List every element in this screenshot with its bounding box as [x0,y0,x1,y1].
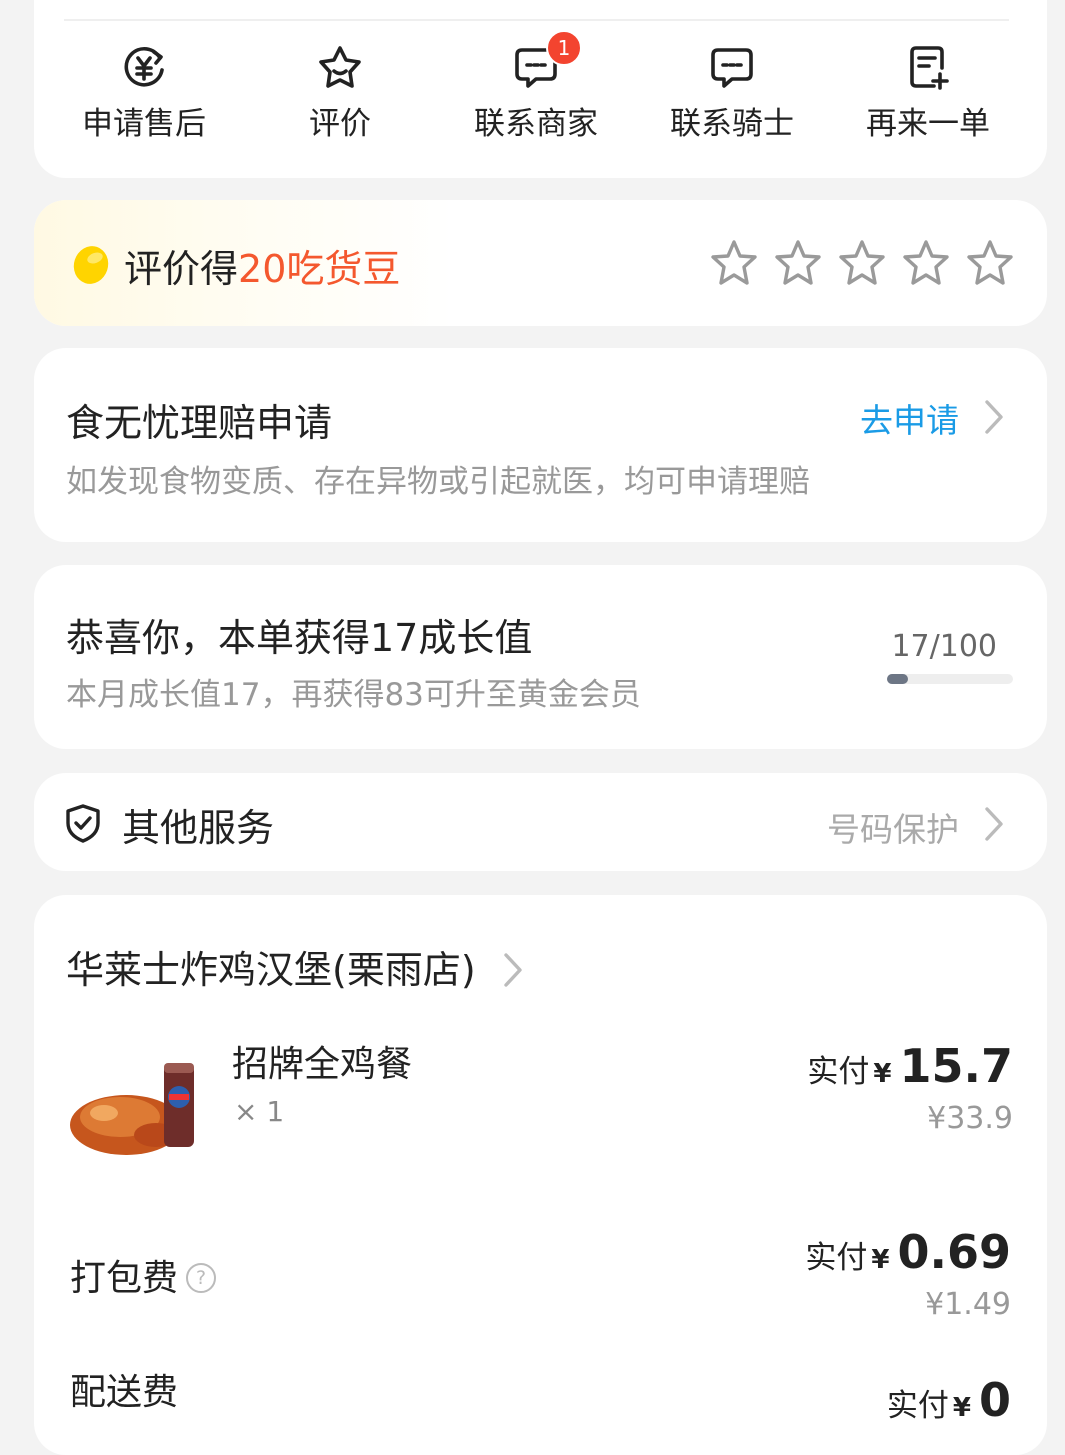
growth-title: 恭喜你，本单获得17成长值 [66,616,533,660]
contact-merchant-button[interactable]: 1 联系商家 [438,30,634,143]
currency-symbol: ¥ [871,1245,890,1275]
growth-progress-bar [887,674,1013,684]
star-icon[interactable] [773,238,823,288]
unread-badge: 1 [546,30,582,66]
growth-progress-fill [887,674,909,684]
packing-fee-text: 打包费 [70,1258,179,1299]
rating-stars[interactable] [709,238,1015,288]
star-icon [316,44,364,92]
star-icon[interactable] [965,238,1015,288]
shop-name-link[interactable]: 华莱士炸鸡汉堡(栗雨店) [66,939,524,994]
chat-icon [708,44,756,92]
product-paid-amount: 实付 ¥15.7 [807,1039,1013,1093]
food-safety-claim-card[interactable]: 食无忧理赔申请 如发现食物变质、存在异物或引起就医，均可申请理赔 去申请 [34,348,1047,542]
reorder-button[interactable]: 再来一单 [830,44,1026,143]
growth-progress-text: 17/100 [891,629,997,664]
help-icon[interactable]: ? [186,1263,217,1293]
packing-original-price: ¥1.49 [925,1287,1011,1322]
other-services-title: 其他服务 [122,806,275,850]
chevron-right-icon [985,807,1003,841]
chevron-right-icon [985,400,1003,434]
growth-subtitle: 本月成长值17，再获得83可升至黄金会员 [66,677,641,713]
currency-symbol: ¥ [873,1059,892,1089]
contact-rider-button[interactable]: 联系骑士 [634,44,830,143]
star-icon[interactable] [709,238,759,288]
action-label: 评价 [309,106,371,142]
rating-reward-text: 评价得20吃货豆 [124,238,400,293]
divider [64,19,1009,21]
paid-label: 实付 [886,1388,949,1424]
claim-title: 食无忧理赔申请 [66,401,333,445]
product-original-price: ¥33.9 [927,1101,1013,1136]
bean-coin-icon [70,242,112,290]
order-detail-card: 华莱士炸鸡汉堡(栗雨店) 招牌全鸡餐 × 1 实付 ¥15.7 ¥33.9 打包费… [34,895,1047,1455]
paid-amount: 0.69 [897,1225,1012,1279]
action-label: 联系骑士 [670,106,794,142]
claim-subtitle: 如发现食物变质、存在异物或引起就医，均可申请理赔 [66,464,810,500]
paid-label: 实付 [805,1240,868,1276]
apply-after-sales-button[interactable]: 申请售后 [46,44,242,143]
product-thumbnail[interactable] [64,1033,214,1167]
number-protection-link[interactable]: 号码保护 [827,803,959,851]
star-icon[interactable] [901,238,951,288]
rating-prefix: 评价得 [124,247,239,291]
product-name[interactable]: 招牌全鸡餐 [232,1035,412,1087]
product-quantity: × 1 [234,1095,285,1128]
delivery-paid-amount: 实付 ¥0 [887,1373,1011,1427]
order-actions-card: 申请售后 评价 1 联系商家 联系骑士 再来一单 [34,0,1047,178]
chevron-right-icon [504,953,522,987]
rating-reward-highlight: 20吃货豆 [238,247,401,291]
paid-label: 实付 [807,1054,870,1090]
rating-card[interactable]: 评价得20吃货豆 [34,200,1047,326]
action-label: 联系商家 [474,106,598,142]
packing-paid-amount: 实付 ¥0.69 [805,1225,1011,1279]
packing-fee-label: 打包费? [70,1249,217,1301]
review-button[interactable]: 评价 [242,44,438,143]
action-label: 申请售后 [82,106,206,142]
shop-name: 华莱士炸鸡汉堡(栗雨店) [66,948,476,992]
refund-yen-icon [120,44,168,92]
other-services-row[interactable]: 其他服务 号码保护 [34,773,1047,871]
growth-value-card: 恭喜你，本单获得17成长值 本月成长值17，再获得83可升至黄金会员 17/10… [34,565,1047,749]
currency-symbol: ¥ [952,1393,971,1423]
shield-check-icon [66,804,100,843]
apply-claim-link[interactable]: 去申请 [860,394,959,442]
action-label: 再来一单 [866,106,990,142]
star-icon[interactable] [837,238,887,288]
chat-icon: 1 [512,30,582,92]
paid-amount: 0 [978,1373,1011,1427]
paid-amount: 15.7 [899,1039,1014,1093]
reorder-doc-icon [904,44,952,92]
delivery-fee-label: 配送费 [70,1372,179,1413]
